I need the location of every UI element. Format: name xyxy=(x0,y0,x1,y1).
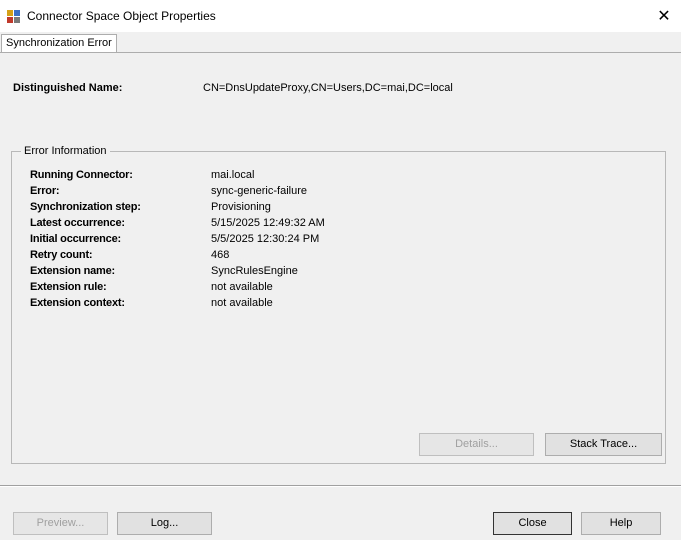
details-button[interactable]: Details... xyxy=(419,433,534,456)
info-row-running-connector: Running Connector: mai.local xyxy=(30,169,650,185)
stack-trace-button[interactable]: Stack Trace... xyxy=(545,433,662,456)
error-information-title: Error Information xyxy=(21,145,110,157)
distinguished-name-value: CN=DnsUpdateProxy,CN=Users,DC=mai,DC=loc… xyxy=(203,82,453,94)
tab-synchronization-error[interactable]: Synchronization Error xyxy=(1,34,117,53)
info-value: not available xyxy=(211,281,273,293)
info-label: Error: xyxy=(30,185,60,197)
info-value: 5/15/2025 12:49:32 AM xyxy=(211,217,325,229)
info-row-latest-occurrence: Latest occurrence: 5/15/2025 12:49:32 AM xyxy=(30,217,650,233)
info-value: sync-generic-failure xyxy=(211,185,307,197)
info-row-extension-rule: Extension rule: not available xyxy=(30,281,650,297)
error-information-group: Error Information Running Connector: mai… xyxy=(11,145,666,464)
preview-button[interactable]: Preview... xyxy=(13,512,108,535)
synchronization-error-pane: Distinguished Name: CN=DnsUpdateProxy,CN… xyxy=(0,52,681,478)
info-row-synchronization-step: Synchronization step: Provisioning xyxy=(30,201,650,217)
info-value: 468 xyxy=(211,249,230,261)
info-value: Provisioning xyxy=(211,201,271,213)
close-button[interactable]: Close xyxy=(493,512,572,535)
info-label: Extension name: xyxy=(30,265,116,277)
info-label: Latest occurrence: xyxy=(30,217,125,229)
window-title: Connector Space Object Properties xyxy=(27,9,216,23)
help-button[interactable]: Help xyxy=(581,512,661,535)
info-value: mai.local xyxy=(211,169,255,181)
log-button[interactable]: Log... xyxy=(117,512,212,535)
footer-separator xyxy=(0,485,681,487)
close-icon: ✕ xyxy=(657,8,671,25)
tab-strip: Synchronization Error xyxy=(0,32,681,53)
close-window-button[interactable]: ✕ xyxy=(647,0,681,32)
tab-label: Synchronization Error xyxy=(6,37,112,49)
info-label: Retry count: xyxy=(30,249,93,261)
info-label: Extension rule: xyxy=(30,281,107,293)
info-row-initial-occurrence: Initial occurrence: 5/5/2025 12:30:24 PM xyxy=(30,233,650,249)
info-row-extension-name: Extension name: SyncRulesEngine xyxy=(30,265,650,281)
info-label: Synchronization step: xyxy=(30,201,141,213)
info-label: Running Connector: xyxy=(30,169,133,181)
info-value: SyncRulesEngine xyxy=(211,265,298,277)
info-label: Extension context: xyxy=(30,297,125,309)
info-row-extension-context: Extension context: not available xyxy=(30,297,650,313)
app-icon xyxy=(7,10,20,23)
info-row-error: Error: sync-generic-failure xyxy=(30,185,650,201)
info-value: not available xyxy=(211,297,273,309)
info-value: 5/5/2025 12:30:24 PM xyxy=(211,233,320,245)
properties-window: Connector Space Object Properties ✕ Sync… xyxy=(0,0,681,540)
title-bar: Connector Space Object Properties ✕ xyxy=(0,0,681,32)
distinguished-name-label: Distinguished Name: xyxy=(13,82,123,94)
info-row-retry-count: Retry count: 468 xyxy=(30,249,650,265)
info-label: Initial occurrence: xyxy=(30,233,121,245)
